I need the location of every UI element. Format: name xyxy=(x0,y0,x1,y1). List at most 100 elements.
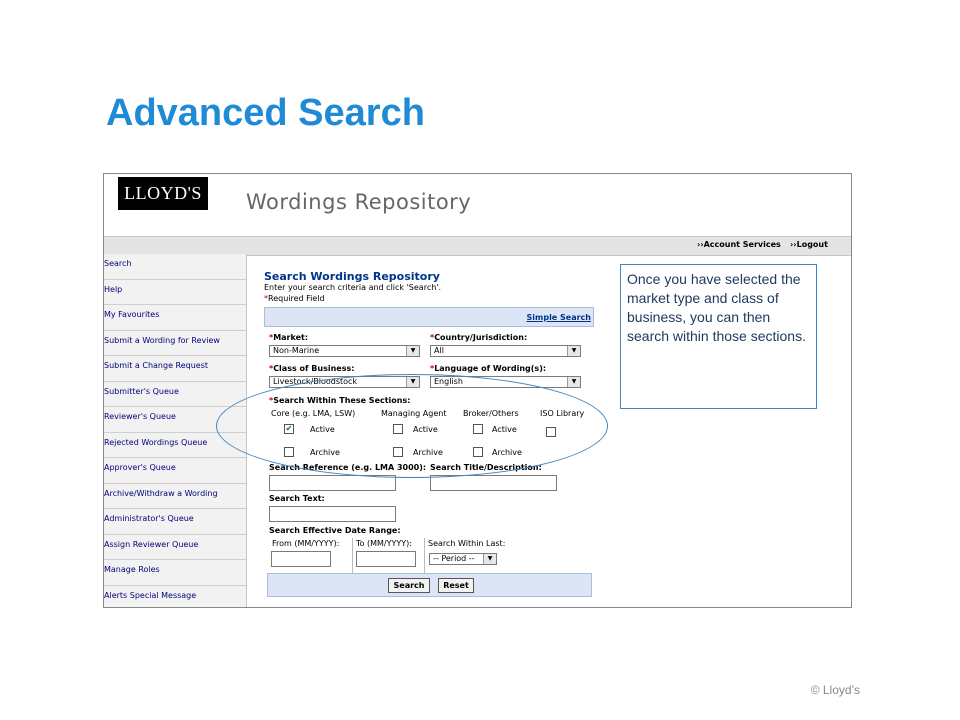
app-title: Wordings Repository xyxy=(246,190,472,214)
search-text-label: Search Text: xyxy=(269,494,325,503)
managing-agent-active-checkbox[interactable] xyxy=(393,424,403,434)
broker-archive-checkbox[interactable] xyxy=(473,447,483,457)
sidebar-item-reviewers-queue[interactable]: Reviewer's Queue xyxy=(104,407,246,433)
period-select[interactable]: -- Period -- ▼ xyxy=(429,553,497,565)
sidebar-item-alerts[interactable]: Alerts Special Message xyxy=(104,586,246,608)
broker-archive-label: Archive xyxy=(492,448,522,457)
class-of-business-select[interactable]: Livestock/Bloodstock ▼ xyxy=(269,376,420,388)
sidebar-item-label: Alerts Special Message xyxy=(104,590,197,600)
sidebar-item-rejected-queue[interactable]: Rejected Wordings Queue xyxy=(104,433,246,458)
chevron-down-icon: ▼ xyxy=(406,377,419,387)
managing-agent-active-label: Active xyxy=(413,425,438,434)
country-label: *Country/Jurisdiction: xyxy=(430,333,527,342)
managing-agent-archive-checkbox[interactable] xyxy=(393,447,403,457)
required-note-text: Required Field xyxy=(268,294,325,303)
core-archive-checkbox[interactable] xyxy=(284,447,294,457)
class-of-business-label: *Class of Business: xyxy=(269,364,354,373)
section-header-managing-agent: Managing Agent xyxy=(381,409,447,418)
market-label: *Market: xyxy=(269,333,308,342)
copyright-notice: © Lloyd’s xyxy=(810,683,860,697)
market-select[interactable]: Non-Marine ▼ xyxy=(269,345,420,357)
country-value: All xyxy=(434,346,444,355)
chevron-down-icon: ▼ xyxy=(567,377,580,387)
lloyds-logo: LLOYD'S xyxy=(118,177,208,210)
to-date-input[interactable] xyxy=(356,551,416,567)
simple-search-link[interactable]: Simple Search xyxy=(527,313,592,322)
to-date-label: To (MM/YYYY): xyxy=(356,539,412,548)
broker-active-checkbox[interactable] xyxy=(473,424,483,434)
date-divider xyxy=(424,538,425,576)
sidebar-item-approvers-queue[interactable]: Approver's Queue xyxy=(104,458,246,484)
button-bar: Search Reset xyxy=(267,573,592,597)
sidebar-item-search[interactable]: Search xyxy=(104,254,246,280)
sidebar-item-submit-wording[interactable]: Submit a Wording for Review xyxy=(104,331,246,356)
search-button[interactable]: Search xyxy=(388,578,430,593)
language-label: *Language of Wording(s): xyxy=(430,364,546,373)
sidebar-item-label: My Favourites xyxy=(104,310,160,319)
search-text-input[interactable] xyxy=(269,506,396,522)
account-services-link[interactable]: ››Account Services xyxy=(697,240,781,249)
sidebar-item-admin-queue[interactable]: Administrator's Queue xyxy=(104,509,246,535)
broker-active-label: Active xyxy=(492,425,517,434)
sidebar-item-assign-reviewer[interactable]: Assign Reviewer Queue xyxy=(104,535,246,560)
chevron-down-icon: ▼ xyxy=(406,346,419,356)
form-title: Search Wordings Repository xyxy=(264,270,440,283)
within-last-label: Search Within Last: xyxy=(428,539,506,548)
sidebar-item-label: Assign Reviewer Queue xyxy=(104,539,199,549)
sidebar-item-archive-withdraw[interactable]: Archive/Withdraw a Wording xyxy=(104,484,246,509)
sidebar-item-label: Approver's Queue xyxy=(104,463,176,472)
logout-link[interactable]: ››Logout xyxy=(790,240,828,249)
section-header-iso: ISO Library xyxy=(540,409,585,418)
checkmark-icon: ✔ xyxy=(285,424,293,433)
reset-button[interactable]: Reset xyxy=(438,578,474,593)
chevron-down-icon: ▼ xyxy=(483,554,496,564)
sidebar-item-label: Reviewer's Queue xyxy=(104,412,176,421)
sidebar-item-label: Administrator's Queue xyxy=(104,514,194,523)
sidebar-item-change-request[interactable]: Submit a Change Request xyxy=(104,356,246,382)
sidebar-item-favourites[interactable]: My Favourites xyxy=(104,305,246,331)
sidebar-item-label: Manage Roles xyxy=(104,565,160,574)
language-select[interactable]: English ▼ xyxy=(430,376,581,388)
sidebar-item-label: Help xyxy=(104,284,123,294)
form-instructions: Enter your search criteria and click 'Se… xyxy=(264,283,442,292)
class-label-text: Class of Business: xyxy=(273,364,355,373)
from-date-input[interactable] xyxy=(271,551,331,567)
sidebar-item-manage-roles[interactable]: Manage Roles xyxy=(104,560,246,586)
sidebar-item-label: Submit a Wording for Review xyxy=(104,335,220,345)
class-value: Livestock/Bloodstock xyxy=(273,377,358,386)
market-label-text: Market: xyxy=(273,333,309,342)
callout-box: Once you have selected the market type a… xyxy=(620,264,817,409)
sidebar-item-submitters-queue[interactable]: Submitter's Queue xyxy=(104,382,246,407)
market-value: Non-Marine xyxy=(273,346,320,355)
chevron-down-icon: ▼ xyxy=(567,346,580,356)
search-reference-label: Search Reference (e.g. LMA 3000): xyxy=(269,463,427,472)
iso-library-checkbox[interactable] xyxy=(546,427,556,437)
sidebar-item-label: Archive/Withdraw a Wording xyxy=(104,488,218,498)
language-label-text: Language of Wording(s): xyxy=(434,364,547,373)
country-select[interactable]: All ▼ xyxy=(430,345,581,357)
sidebar-item-label: Search xyxy=(104,259,132,268)
section-header-core: Core (e.g. LMA, LSW) xyxy=(271,409,356,418)
sidebar-item-help[interactable]: Help xyxy=(104,280,246,305)
from-date-label: From (MM/YYYY): xyxy=(272,539,340,548)
top-nav-bar: ››Account Services ››Logout xyxy=(104,236,851,256)
managing-agent-archive-label: Archive xyxy=(413,448,443,457)
core-archive-label: Archive xyxy=(310,448,340,457)
sidebar-item-label: Submitter's Queue xyxy=(104,386,179,396)
core-active-label: Active xyxy=(310,425,335,434)
sidebar-item-label: Rejected Wordings Queue xyxy=(104,437,208,447)
section-header-broker: Broker/Others xyxy=(463,409,519,418)
app-header: LLOYD'S Wordings Repository xyxy=(104,174,851,236)
sections-label-text: Search Within These Sections: xyxy=(273,396,411,405)
search-title-label: Search Title/Description: xyxy=(430,463,542,472)
sidebar-item-label: Submit a Change Request xyxy=(104,361,209,370)
language-value: English xyxy=(434,377,463,386)
core-active-checkbox[interactable]: ✔ xyxy=(284,424,294,434)
sidebar: Search Help My Favourites Submit a Wordi… xyxy=(104,254,247,607)
country-label-text: Country/Jurisdiction: xyxy=(434,333,528,342)
required-field-note: *Required Field xyxy=(264,294,325,303)
search-title-input[interactable] xyxy=(430,475,557,491)
search-reference-input[interactable] xyxy=(269,475,396,491)
sections-label: *Search Within These Sections: xyxy=(269,396,410,405)
date-range-label: Search Effective Date Range: xyxy=(269,526,401,535)
